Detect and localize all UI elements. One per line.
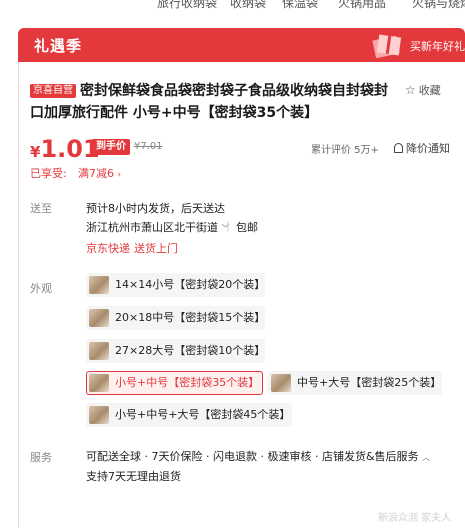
promo-value[interactable]: 满7减6 › [78, 165, 121, 181]
favorite-button[interactable]: ☆ 收藏 [405, 82, 441, 98]
gift-icon [372, 34, 402, 58]
address-selector[interactable]: 浙江杭州市萧山区北干街道 ﹀ [86, 219, 230, 235]
promo-label: 已享受: [30, 167, 67, 180]
chevron-right-icon: › [117, 170, 122, 180]
variant-label: 外观 [30, 282, 52, 295]
variant-thumbnail [89, 309, 109, 327]
notify-label: 降价通知 [406, 142, 450, 155]
variant-thumbnail [89, 406, 109, 424]
variant-option[interactable]: 20×18中号【密封袋15个装】 [86, 306, 265, 330]
favorite-label: 收藏 [418, 84, 441, 97]
variant-thumbnail [89, 276, 109, 294]
banner-right-text: 买新年好礼 [410, 40, 465, 53]
variant-option-label: 小号+中号+大号【密封袋45个装】 [115, 408, 291, 421]
services-line: 可配送全球 · 7天价保险 · 闪电退款 · 极速审核 · 店铺发货&售后服务 [86, 450, 419, 463]
star-icon: ☆ [405, 83, 416, 97]
variant-thumbnail [271, 374, 291, 392]
services-label: 服务 [30, 451, 52, 464]
top-nav-link[interactable]: 火锅用品 [338, 0, 386, 11]
top-nav-link[interactable]: 保温袋 [282, 0, 318, 11]
express-label: 京东快递 [86, 242, 130, 255]
original-price: ¥7.01 [134, 141, 163, 152]
variant-thumbnail [89, 342, 109, 360]
watermark: 新浪众测 家夫人 [378, 513, 452, 524]
variant-option-label: 14×14小号【密封袋20个装】 [115, 278, 266, 291]
bell-icon [394, 143, 403, 153]
top-nav-link[interactable]: 火锅与烧烤 [412, 0, 465, 11]
variant-option[interactable]: 14×14小号【密封袋20个装】 [86, 273, 265, 297]
final-price-badge: 到手价 [92, 139, 130, 155]
address-text: 浙江杭州市萧山区北干街道 [86, 221, 218, 234]
variant-option-selected[interactable]: 小号+中号【密封袋35个装】 [86, 371, 263, 395]
self-operated-tag: 京喜自营 [30, 84, 76, 98]
variant-option[interactable]: 小号+中号+大号【密封袋45个装】 [86, 403, 292, 427]
variant-option-label: 小号+中号【密封袋35个装】 [115, 376, 260, 389]
return-policy: 支持7天无理由退货 [86, 470, 181, 483]
divider: | [226, 219, 230, 232]
top-nav: 旅行收纳袋 收纳袋 保温袋 火锅用品 火锅与烧烤 [0, 0, 465, 12]
price-value: 1.01 [40, 135, 100, 163]
product-title-text: 密封保鲜袋食品袋密封袋子食品级收纳袋自封袋封口加厚旅行配件 小号+中号【密封袋3… [30, 83, 388, 121]
variant-option-label: 27×28大号【密封袋10个装】 [115, 344, 266, 357]
variant-option-label: 20×18中号【密封袋15个装】 [115, 311, 266, 324]
promo-value-text: 满7减6 [78, 167, 114, 180]
promo-banner[interactable]: 礼遇季 买新年好礼 [18, 28, 465, 62]
services-list[interactable]: 可配送全球 · 7天价保险 · 闪电退款 · 极速审核 · 店铺发货&售后服务 … [86, 448, 430, 464]
free-shipping-note: 包邮 [236, 221, 258, 234]
banner-title: 礼遇季 [34, 37, 83, 55]
variant-option[interactable]: 中号+大号【密封袋25个装】 [268, 371, 442, 395]
product-title: 京喜自营 密封保鲜袋食品袋密封袋子食品级收纳袋自封袋封口加厚旅行配件 小号+中号【… [30, 80, 400, 124]
top-nav-link[interactable]: 收纳袋 [230, 0, 266, 11]
variant-option[interactable]: 27×28大号【密封袋10个装】 [86, 339, 265, 363]
express-note: 送货上门 [134, 242, 178, 255]
price-currency: ¥ [30, 143, 41, 161]
review-count-link[interactable]: 累计评价 5万+ [311, 141, 379, 156]
price: ¥1.01 [30, 135, 100, 163]
top-nav-link[interactable]: 旅行收纳袋 [157, 0, 217, 11]
delivery-eta: 预计8小时内发货，后天送达 [86, 202, 225, 215]
product-title-block: 京喜自营 密封保鲜袋食品袋密封袋子食品级收纳袋自封袋封口加厚旅行配件 小号+中号【… [30, 80, 400, 124]
variant-thumbnail [89, 374, 109, 392]
price-drop-notify-button[interactable]: 降价通知 [394, 140, 450, 156]
variant-option-label: 中号+大号【密封袋25个装】 [297, 376, 442, 389]
delivery-label: 送至 [30, 202, 52, 215]
chevron-up-icon: ︿ [422, 453, 431, 462]
